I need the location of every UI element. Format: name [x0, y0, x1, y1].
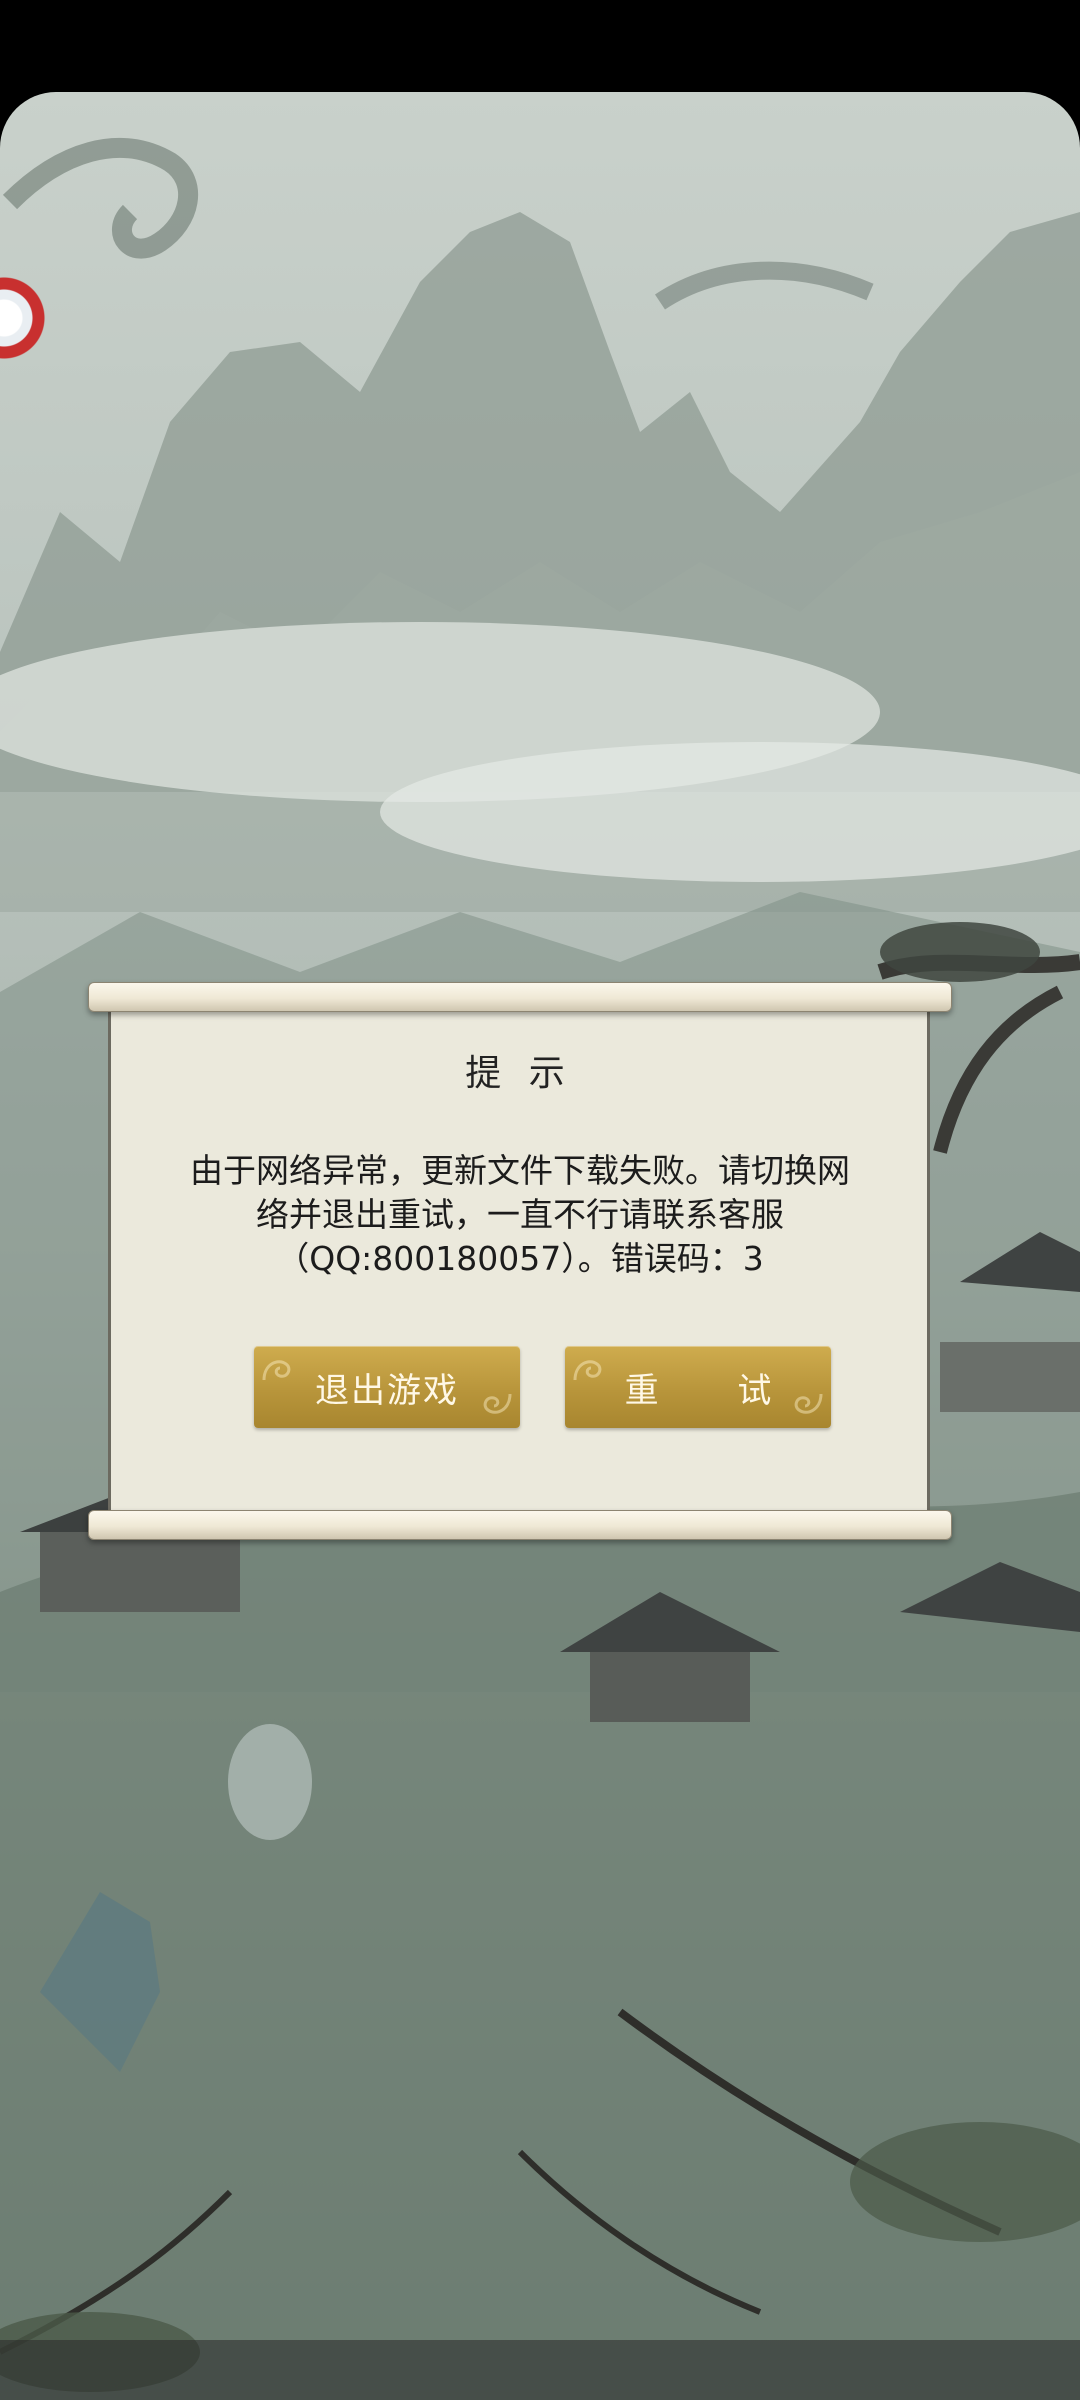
cloud-swirl-icon — [573, 1360, 602, 1381]
exit-game-button[interactable]: 退出游戏 — [254, 1346, 520, 1428]
dialog-title: 提 示 — [465, 1053, 573, 1094]
retry-label: 重 试 — [624, 1370, 806, 1411]
dialog-paper: 提 示 由于网络异常，更新文件下载失败。请切换网络并退出重试，一直不行请联系客服… — [108, 1004, 930, 1514]
scroll-rod-top — [88, 982, 952, 1012]
screen: 提 示 由于网络异常，更新文件下载失败。请切换网络并退出重试，一直不行请联系客服… — [0, 0, 1080, 2400]
bottom-bar — [0, 2340, 1080, 2400]
dialog-message: 由于网络异常，更新文件下载失败。请切换网络并退出重试，一直不行请联系客服（QQ:… — [190, 1151, 850, 1278]
retry-button[interactable]: 重 试 — [565, 1346, 831, 1428]
scroll-rod-bottom — [88, 1510, 952, 1540]
cloud-swirl-icon — [262, 1360, 291, 1381]
cloud-swirl-icon — [483, 1393, 512, 1414]
network-error-dialog: 提 示 由于网络异常，更新文件下载失败。请切换网络并退出重试，一直不行请联系客服… — [88, 982, 952, 1540]
exit-game-label: 退出游戏 — [315, 1370, 459, 1411]
